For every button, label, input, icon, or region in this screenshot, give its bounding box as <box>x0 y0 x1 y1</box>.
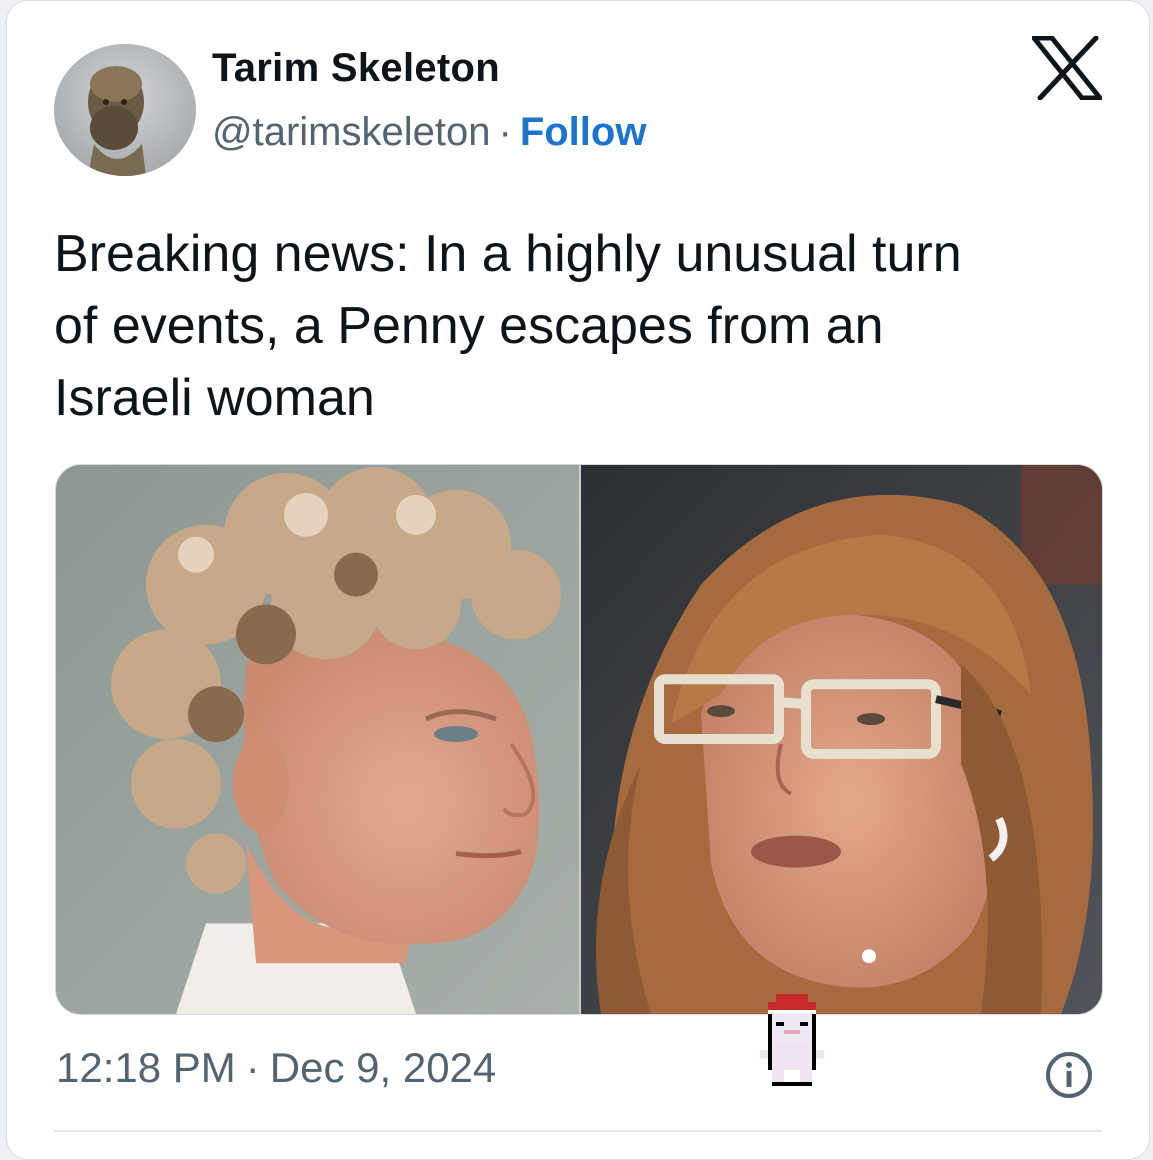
tweet-timestamp[interactable]: 12:18 PM · Dec 9, 2024 <box>56 1044 496 1092</box>
tweet-text-line: Breaking news: In a highly unusual turn <box>54 225 962 283</box>
woman-portrait-photo[interactable] <box>581 465 1103 1014</box>
card-divider <box>54 1130 1102 1132</box>
info-icon[interactable] <box>1044 1050 1094 1100</box>
handle-separator: · <box>498 110 512 154</box>
tweet-time: 12:18 PM <box>56 1044 236 1091</box>
tweet-media[interactable] <box>55 464 1103 1015</box>
follow-button[interactable]: Follow <box>520 110 647 154</box>
tweet-text-line: Israeli woman <box>54 369 375 427</box>
x-logo-icon[interactable] <box>1032 36 1102 100</box>
tweet-text: Breaking news: In a highly unusual turn … <box>54 218 1114 434</box>
author-name[interactable]: Tarim Skeleton <box>212 46 500 91</box>
author-handle-row: @tarimskeleton · Follow <box>212 110 646 155</box>
tweet-text-line: of events, a Penny escapes from an <box>54 297 884 355</box>
pixel-sprite-icon <box>760 994 824 1086</box>
media-dot <box>862 949 876 964</box>
time-separator: · <box>245 1044 260 1091</box>
man-portrait-photo[interactable] <box>56 465 579 1014</box>
author-handle[interactable]: @tarimskeleton <box>212 110 490 154</box>
tweet-date: Dec 9, 2024 <box>269 1044 497 1091</box>
author-avatar[interactable] <box>54 44 196 176</box>
avatar-bust-image <box>54 44 196 176</box>
